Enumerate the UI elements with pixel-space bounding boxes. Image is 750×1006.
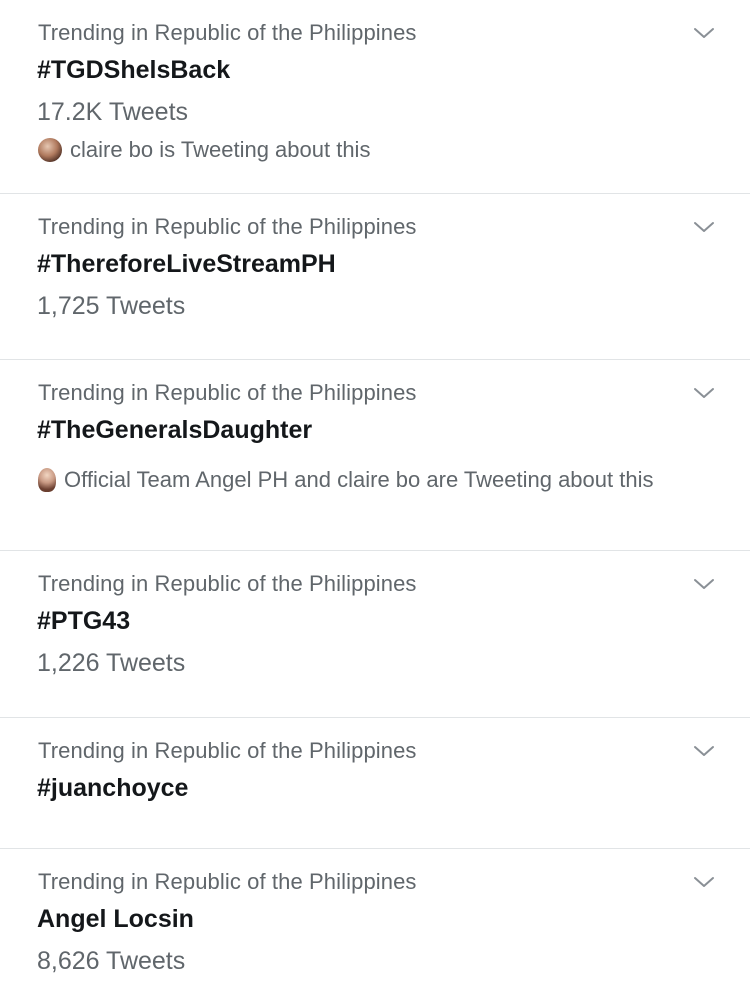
chevron-down-icon[interactable]	[692, 24, 716, 42]
trend-context: Trending in Republic of the Philippines	[38, 869, 417, 894]
trend-item[interactable]: Trending in Republic of the Philippines …	[0, 360, 750, 551]
trend-title[interactable]: #ThereforeLiveStreamPH	[37, 250, 336, 279]
trend-context: Trending in Republic of the Philippines	[38, 380, 417, 405]
trend-title[interactable]: #juanchoyce	[37, 774, 188, 803]
trend-title[interactable]: Angel Locsin	[37, 905, 194, 934]
trend-social-context: Official Team Angel PH and claire bo are…	[38, 466, 658, 494]
chevron-down-icon[interactable]	[692, 873, 716, 891]
trend-context: Trending in Republic of the Philippines	[38, 738, 417, 763]
trend-context: Trending in Republic of the Philippines	[38, 571, 417, 596]
trend-social-text: claire bo is Tweeting about this	[70, 137, 371, 162]
trend-social-context: claire bo is Tweeting about this	[38, 136, 658, 164]
trends-list: Trending in Republic of the Philippines …	[0, 0, 750, 1006]
chevron-down-icon[interactable]	[692, 384, 716, 402]
trend-context: Trending in Republic of the Philippines	[38, 214, 417, 239]
trend-item[interactable]: Trending in Republic of the Philippines …	[0, 194, 750, 360]
trend-tweet-count: 17.2K Tweets	[37, 98, 189, 126]
trend-context: Trending in Republic of the Philippines	[38, 20, 417, 45]
avatar	[38, 468, 56, 492]
trend-social-text: Official Team Angel PH and claire bo are…	[64, 467, 654, 492]
trend-item[interactable]: Trending in Republic of the Philippines …	[0, 551, 750, 718]
trend-item[interactable]: Trending in Republic of the Philippines …	[0, 0, 750, 194]
trend-title[interactable]: #PTG43	[37, 607, 130, 636]
trend-tweet-count: 8,626 Tweets	[37, 947, 186, 975]
avatar	[38, 138, 62, 162]
trend-item[interactable]: Trending in Republic of the Philippines …	[0, 718, 750, 849]
trend-tweet-count: 1,226 Tweets	[37, 649, 186, 677]
chevron-down-icon[interactable]	[692, 742, 716, 760]
trend-tweet-count: 1,725 Tweets	[37, 292, 186, 320]
trend-item[interactable]: Trending in Republic of the Philippines …	[0, 849, 750, 1006]
trend-title[interactable]: #TGDShelsBack	[37, 56, 230, 85]
chevron-down-icon[interactable]	[692, 218, 716, 236]
chevron-down-icon[interactable]	[692, 575, 716, 593]
trend-title[interactable]: #TheGeneralsDaughter	[37, 416, 312, 445]
